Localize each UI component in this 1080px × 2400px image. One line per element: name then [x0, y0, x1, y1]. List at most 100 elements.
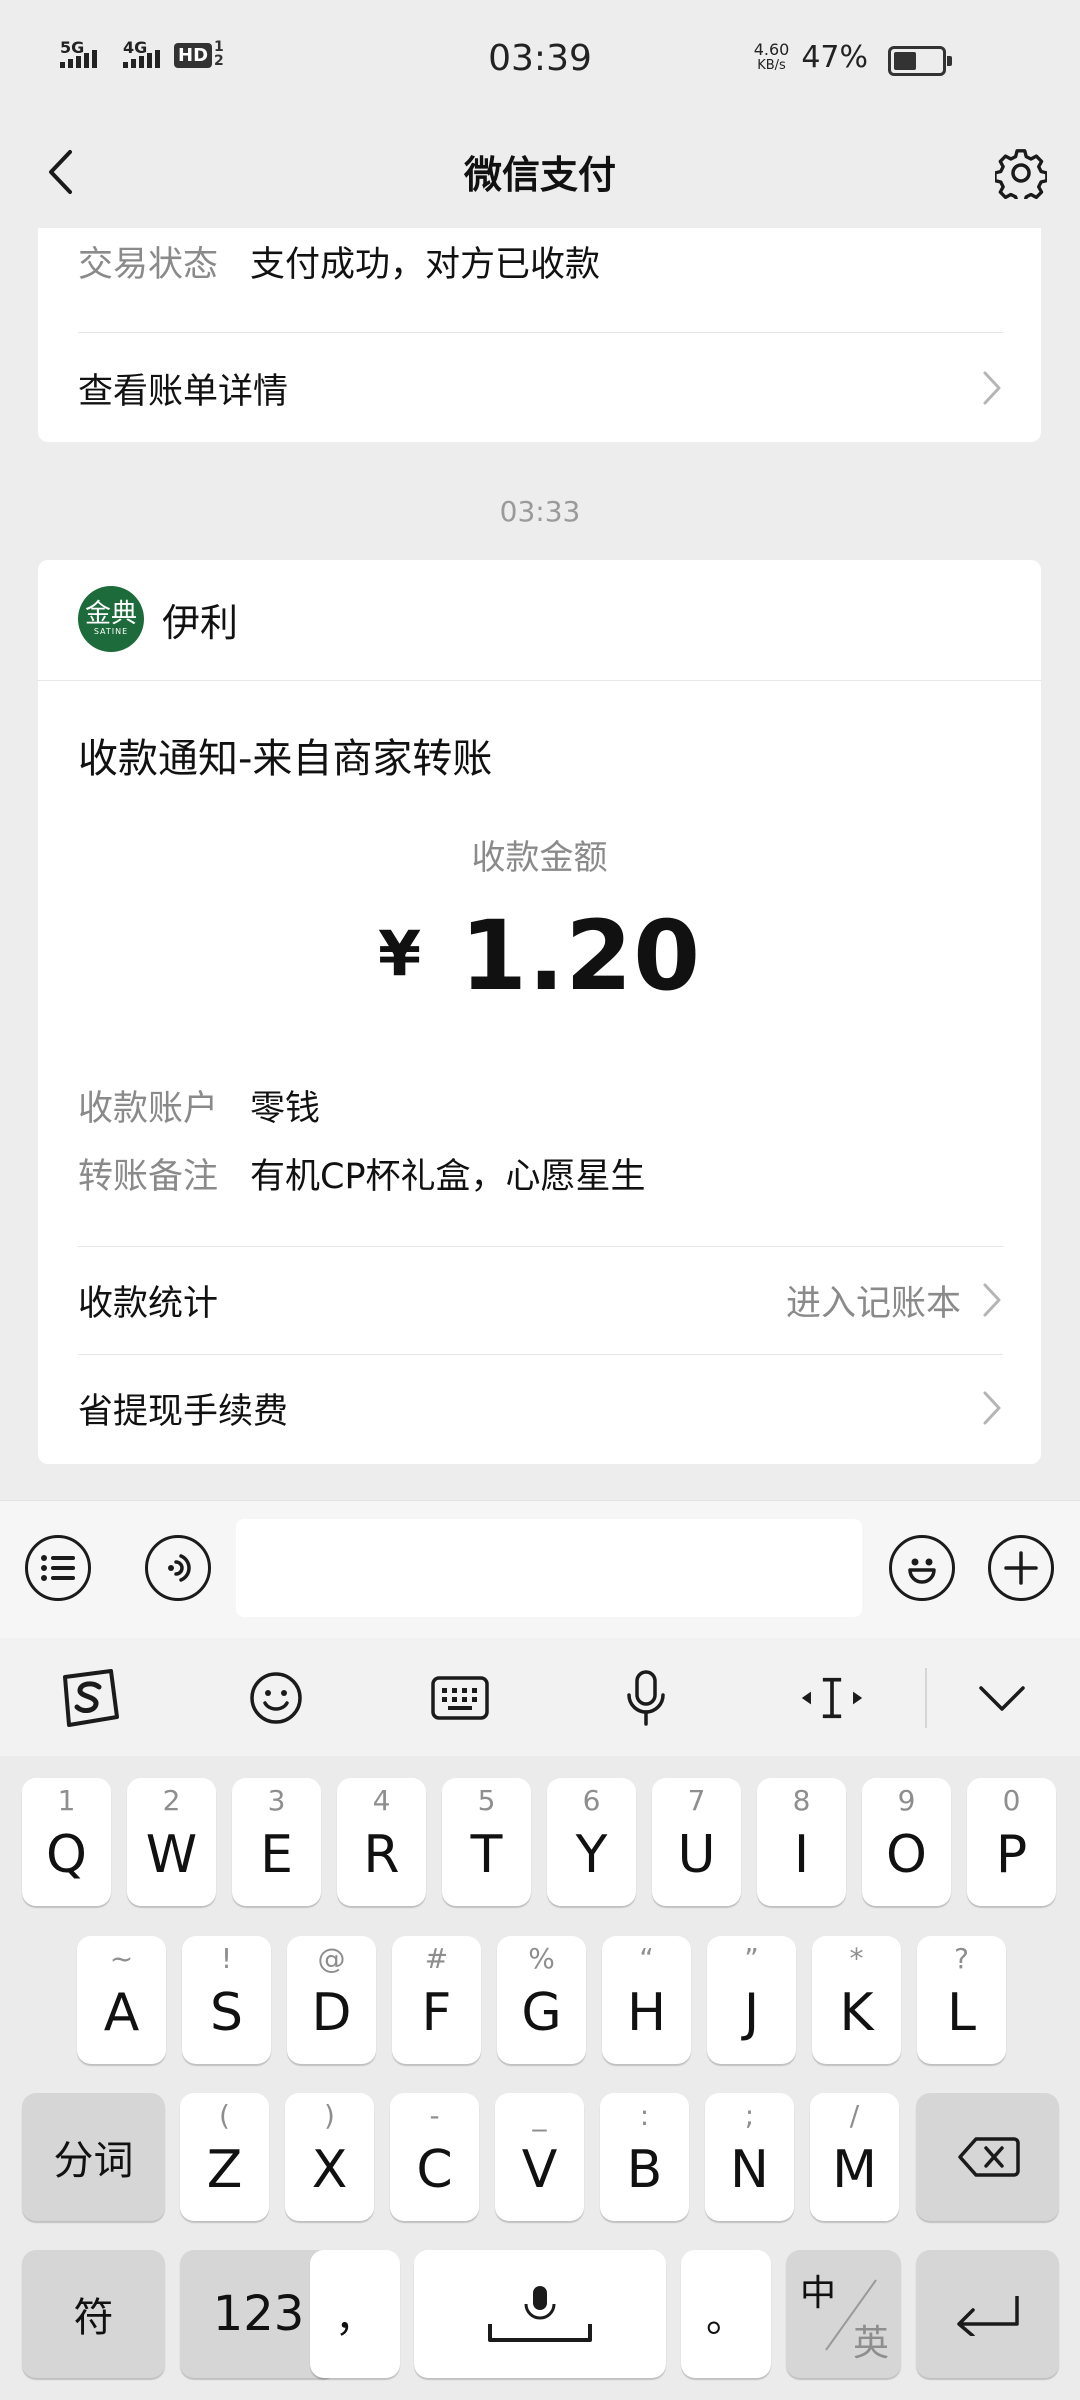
key-hint: - [429, 2099, 440, 2132]
merchant-logo: 金典 SATINE [78, 586, 144, 652]
bill-details-link[interactable]: 查看账单详情 [78, 358, 1003, 418]
key-u[interactable]: 7U [652, 1778, 741, 1906]
merchant-name: 伊利 [162, 600, 239, 645]
key-m[interactable]: / M [810, 2093, 899, 2221]
key-e[interactable]: 3E [232, 1778, 321, 1906]
settings-button[interactable] [988, 140, 1054, 206]
key-hint: ~ [109, 1942, 134, 1975]
key-i[interactable]: 8I [757, 1778, 846, 1906]
remark-label: 转账备注 [78, 1157, 219, 1197]
merchant-header[interactable]: 金典 SATINE 伊利 [78, 586, 238, 652]
symbol-key-label: 符 [73, 2295, 114, 2341]
key-w[interactable]: 2W [127, 1778, 216, 1906]
key-hint: # [424, 1942, 449, 1975]
key-letter: O [886, 1825, 927, 1885]
menu-button[interactable] [25, 1535, 91, 1601]
remark-value: 有机CP杯礼盒，心愿星生 [250, 1157, 646, 1197]
key-r[interactable]: 4R [337, 1778, 426, 1906]
key-s[interactable]: ! S [182, 1936, 271, 2064]
currency-symbol: ¥ [378, 917, 423, 990]
notice-title: 收款通知-来自商家转账 [78, 736, 493, 782]
key-q[interactable]: 1Q [22, 1778, 111, 1906]
key-hint: 6 [582, 1784, 601, 1817]
key-a[interactable]: ~ A [77, 1936, 166, 2064]
backspace-key[interactable] [916, 2093, 1059, 2221]
key-letter: Z [206, 2140, 243, 2200]
key-hint: ; [744, 2099, 755, 2132]
key-x[interactable]: ) X [285, 2093, 374, 2221]
key-o[interactable]: 9O [862, 1778, 951, 1906]
key-hint: 1 [57, 1784, 76, 1817]
keyboard-toolbar [0, 1638, 1080, 1756]
key-c[interactable]: -C [390, 2093, 479, 2221]
chevron-right-icon [983, 1391, 1001, 1425]
collapse-keyboard-button[interactable] [970, 1668, 1034, 1728]
key-letter: Q [46, 1825, 87, 1885]
more-button[interactable] [988, 1535, 1054, 1601]
language-switch-key[interactable]: 中 英 [786, 2250, 901, 2378]
key-z[interactable]: (Z [180, 2093, 269, 2221]
key-letter: J [743, 1983, 760, 2043]
cursor-button[interactable] [800, 1668, 864, 1728]
key-y[interactable]: 6Y [547, 1778, 636, 1906]
voice-button[interactable] [145, 1535, 211, 1601]
key-f[interactable]: # F [392, 1936, 481, 2064]
key-hint: “ [639, 1942, 654, 1975]
gear-icon [995, 149, 1047, 199]
withdraw-fee-link[interactable]: 省提现手续费 [78, 1368, 1003, 1448]
plus-icon [1004, 1551, 1038, 1585]
key-hint: 7 [687, 1784, 706, 1817]
chevron-right-icon [983, 1283, 1001, 1317]
symbol-key[interactable]: 符 [22, 2250, 165, 2378]
key-hint: : [639, 2099, 650, 2132]
sogou-button[interactable] [58, 1668, 122, 1728]
message-timestamp: 03:33 [499, 495, 581, 528]
nav-bar: 微信支付 [0, 120, 1080, 230]
key-p[interactable]: 0P [967, 1778, 1056, 1906]
key-letter: N [730, 2140, 769, 2200]
key-b[interactable]: :B [600, 2093, 689, 2221]
key-k[interactable]: * K [812, 1936, 901, 2064]
key-hint: 4 [372, 1784, 391, 1817]
key-letter: T [470, 1825, 503, 1885]
key-letter: H [626, 1983, 667, 2043]
key-letter: K [839, 1983, 874, 2043]
account-value: 零钱 [250, 1089, 321, 1129]
key-g[interactable]: % G [497, 1936, 586, 2064]
key-l[interactable]: ? L [917, 1936, 1006, 2064]
period-key[interactable]: 。 [681, 2250, 771, 2378]
key-n[interactable]: ; N [705, 2093, 794, 2221]
emoji-button[interactable] [889, 1535, 955, 1601]
key-letter: E [260, 1825, 293, 1885]
payment-notice-card[interactable]: 金典 SATINE 伊利 收款通知-来自商家转账 收款金额 ¥1.20 收款账户… [38, 560, 1041, 1464]
payment-stats-link[interactable]: 收款统计 进入记账本 [78, 1260, 1003, 1340]
space-key[interactable] [414, 2250, 666, 2378]
key-hint: ” [744, 1942, 759, 1975]
enter-key[interactable] [916, 2250, 1059, 2378]
logo-text: 金典 [84, 599, 137, 629]
comma-key[interactable]: ， [310, 2250, 400, 2378]
keyboard-icon [431, 1676, 489, 1720]
keyboard-switch-button[interactable] [428, 1668, 492, 1728]
key-letter: S [209, 1983, 243, 2043]
toolbar-separator [925, 1668, 927, 1728]
status-value: 支付成功，对方已收款 [250, 245, 601, 285]
key-j[interactable]: ” J [707, 1936, 796, 2064]
key-d[interactable]: @ D [287, 1936, 376, 2064]
key-hint: ) [324, 2099, 335, 2132]
account-label: 收款账户 [78, 1089, 219, 1129]
segment-key[interactable]: 分词 [22, 2093, 165, 2221]
key-letter: B [626, 2140, 663, 2200]
key-hint: 3 [267, 1784, 286, 1817]
period-key-label: 。 [706, 2295, 746, 2341]
battery-percent: 47% [801, 40, 868, 75]
emoji-panel-button[interactable] [244, 1668, 308, 1728]
voice-input-button[interactable] [614, 1668, 678, 1728]
status-row: 交易状态 支付成功，对方已收款 [78, 236, 600, 287]
key-v[interactable]: _ V [495, 2093, 584, 2221]
message-input[interactable] [236, 1519, 862, 1617]
key-h[interactable]: “H [602, 1936, 691, 2064]
key-letter: A [103, 1983, 140, 2043]
key-hint: 9 [897, 1784, 916, 1817]
key-t[interactable]: 5T [442, 1778, 531, 1906]
